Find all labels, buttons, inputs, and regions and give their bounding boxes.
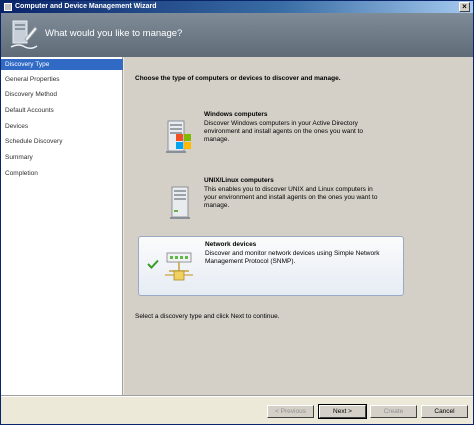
option-title: UNIX/Linux computers (204, 177, 274, 184)
close-button[interactable]: × (459, 2, 470, 12)
option-network-devices[interactable]: Network devices Discover and monitor net… (138, 236, 404, 296)
option-description: Discover and monitor network devices usi… (205, 250, 380, 265)
window-title: Computer and Device Management Wizard (15, 3, 157, 10)
title-bar[interactable]: Computer and Device Management Wizard × (1, 1, 473, 13)
button-separator (1, 395, 473, 397)
checkmark-icon (147, 259, 159, 269)
step-discovery-method[interactable]: Discovery Method (1, 89, 123, 100)
step-discovery-type[interactable]: Discovery Type (1, 59, 123, 70)
step-devices[interactable]: Devices (1, 121, 123, 132)
wizard-banner: What would you like to manage? (1, 13, 473, 57)
cancel-button[interactable]: Cancel (421, 405, 468, 418)
option-title: Network devices (205, 241, 257, 248)
option-title: Windows computers (204, 111, 268, 118)
step-schedule-discovery[interactable]: Schedule Discovery (1, 136, 123, 147)
app-icon (4, 3, 12, 11)
option-description: Discover Windows computers in your Activ… (204, 120, 363, 143)
footer-hint: Select a discovery type and click Next t… (135, 313, 280, 320)
step-summary[interactable]: Summary (1, 152, 123, 163)
option-windows-computers[interactable]: Windows computers Discover Windows compu… (138, 107, 404, 167)
content-panel: Choose the type of computers or devices … (124, 57, 473, 395)
steps-sidebar: Discovery Type General Properties Discov… (1, 57, 123, 395)
step-default-accounts[interactable]: Default Accounts (1, 105, 123, 116)
windows-computer-icon (166, 120, 191, 153)
create-button[interactable]: Create (370, 405, 417, 418)
step-general-properties[interactable]: General Properties (1, 74, 123, 85)
instruction-text: Choose the type of computers or devices … (135, 75, 341, 82)
previous-button[interactable]: < Previous (267, 405, 314, 418)
network-device-icon (165, 252, 193, 281)
option-unix-linux-computers[interactable]: UNIX/Linux computers This enables you to… (138, 173, 404, 233)
option-description: This enables you to discover UNIX and Li… (204, 186, 378, 209)
next-button[interactable]: Next > (318, 404, 367, 419)
wizard-window: Computer and Device Management Wizard × … (0, 0, 474, 425)
page-heading: What would you like to manage? (45, 28, 183, 39)
wizard-icon (10, 20, 38, 50)
step-completion[interactable]: Completion (1, 168, 123, 179)
unix-computer-icon (170, 186, 190, 219)
